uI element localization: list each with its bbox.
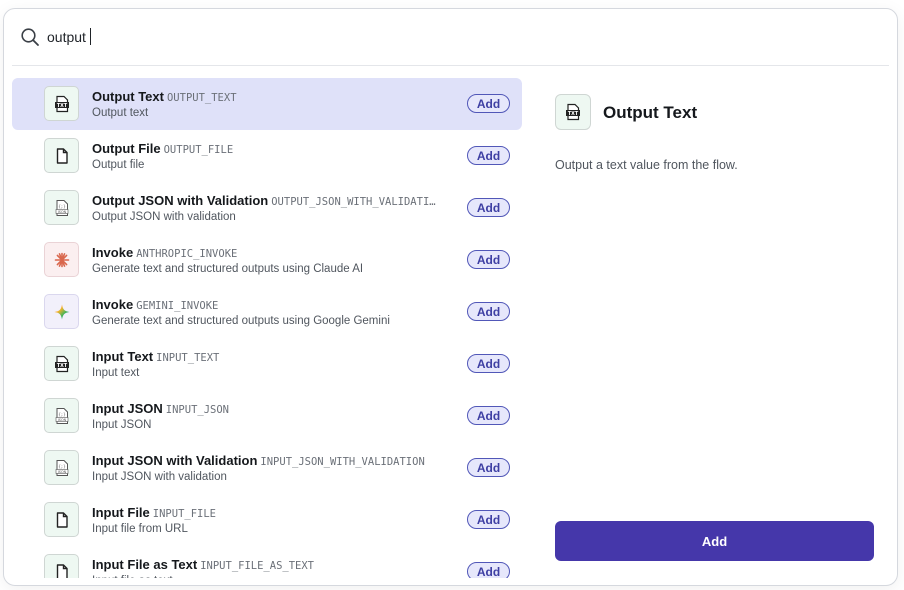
add-button[interactable]: Add: [555, 521, 874, 561]
svg-text:TXT: TXT: [56, 102, 67, 108]
result-title: Output File OUTPUT_FILE: [92, 141, 457, 156]
result-title: Invoke GEMINI_INVOKE: [92, 297, 457, 312]
result-row[interactable]: {;} JSON Output JSON with Validation OUTPUT…: [12, 182, 522, 234]
result-row[interactable]: Invoke ANTHROPIC_INVOKE Generate text and …: [12, 234, 522, 286]
add-pill-button[interactable]: Add: [467, 302, 510, 321]
result-title: Output JSON with Validation OUTPUT_JSON_W…: [92, 193, 457, 208]
result-description: Input file as text: [92, 575, 173, 578]
result-code: INPUT_TEXT: [156, 352, 220, 364]
result-code: OUTPUT_TEXT: [166, 92, 237, 104]
result-description: Input text: [92, 367, 140, 379]
result-name: Output Text: [92, 89, 164, 104]
result-code: INPUT_JSON_WITH_VALIDATION: [260, 456, 425, 468]
add-pill-button[interactable]: Add: [467, 510, 510, 529]
gemini-icon: [44, 294, 79, 329]
add-pill-button[interactable]: Add: [467, 354, 510, 373]
result-name: Input Text: [92, 349, 154, 364]
result-row[interactable]: Output File OUTPUT_FILE Output file Add: [12, 130, 522, 182]
result-code: ANTHROPIC_INVOKE: [136, 248, 238, 260]
result-code: INPUT_FILE_AS_TEXT: [200, 560, 315, 572]
svg-text:JSON: JSON: [56, 469, 66, 473]
json-file-icon: {;} JSON: [44, 398, 79, 433]
text-caret: [90, 28, 91, 45]
result-name: Output File: [92, 141, 161, 156]
result-description: Generate text and structured outputs usi…: [92, 263, 364, 275]
result-name: Input File: [92, 505, 150, 520]
result-description: Input JSON with validation: [92, 471, 227, 483]
result-title: Input JSON with Validation INPUT_JSON_WIT…: [92, 453, 457, 468]
add-pill-button[interactable]: Add: [467, 250, 510, 269]
result-title: Input JSON INPUT_JSON: [92, 401, 457, 416]
svg-text:{;}: {;}: [58, 412, 65, 417]
search-bar: [4, 9, 897, 65]
add-pill-button[interactable]: Add: [467, 562, 510, 578]
command-palette: TXTOutput TextOUTPUT_TEXTOutput textAddO…: [3, 8, 898, 586]
json-file-icon: {;} JSON: [44, 190, 79, 225]
result-row[interactable]: {;} JSON Input JSON INPUT_JSON Input JSON Add: [12, 390, 522, 442]
json-file-icon: {;} JSON: [44, 450, 79, 485]
result-description: Output file: [92, 159, 145, 171]
search-input[interactable]: [47, 26, 647, 48]
result-code: OUTPUT_JSON_WITH_VALIDATI…: [271, 196, 436, 208]
result-title: Input File as Text INPUT_FILE_AS_TEXT: [92, 557, 457, 572]
detail-title: Output Text: [603, 103, 698, 122]
text-file-icon: TXT: [44, 86, 79, 121]
results-list: TXT Output Text OUTPUT_TEXT Output text Add O…: [12, 78, 522, 578]
file-icon: [44, 502, 79, 537]
result-description: Output JSON with validation: [92, 211, 236, 223]
result-name: Invoke: [92, 297, 134, 312]
result-row[interactable]: Input File as TextINPUT_FILE_AS_TEXTInpu…: [12, 546, 522, 578]
text-file-icon: TXT: [44, 346, 79, 381]
result-row[interactable]: Input File INPUT_FILE Input file from URL A…: [12, 494, 522, 546]
svg-text:{;}: {;}: [58, 204, 65, 209]
result-name: Input JSON with Validation: [92, 453, 258, 468]
add-pill-button[interactable]: Add: [467, 94, 510, 113]
result-title: Invoke ANTHROPIC_INVOKE: [92, 245, 457, 260]
result-row[interactable]: Invoke GEMINI_INVOKE Generate text and str…: [12, 286, 522, 338]
result-row[interactable]: TXT Output Text OUTPUT_TEXT Output text Add: [12, 78, 522, 130]
svg-text:JSON: JSON: [56, 417, 66, 421]
result-code: OUTPUT_FILE: [163, 144, 234, 156]
result-code: INPUT_JSON: [165, 404, 229, 416]
svg-text:{;}: {;}: [58, 464, 65, 469]
svg-text:TXT: TXT: [56, 362, 67, 368]
add-pill-button[interactable]: Add: [467, 406, 510, 425]
result-title: Input Text INPUT_TEXT: [92, 349, 457, 364]
detail-description: Output a text value from the flow.: [555, 158, 738, 172]
add-pill-button[interactable]: Add: [467, 458, 510, 477]
result-name: Input JSON: [92, 401, 163, 416]
svg-text:JSON: JSON: [56, 209, 66, 213]
result-description: Input file from URL: [92, 523, 188, 535]
file-icon: [44, 554, 79, 578]
text-file-icon: TXT: [555, 94, 591, 130]
result-code: INPUT_FILE: [152, 508, 216, 520]
result-description: Output text: [92, 107, 149, 119]
result-name: Invoke: [92, 245, 134, 260]
result-code: GEMINI_INVOKE: [136, 300, 219, 312]
result-title: Output Text OUTPUT_TEXT: [92, 89, 457, 104]
add-pill-button[interactable]: Add: [467, 146, 510, 165]
result-name: Input File as Text: [92, 557, 198, 572]
result-row[interactable]: TXT Input Text INPUT_TEXT Input text Add: [12, 338, 522, 390]
result-name: Output JSON with Validation: [92, 193, 269, 208]
anthropic-icon: [44, 242, 79, 277]
result-description: Generate text and structured outputs usi…: [92, 315, 390, 327]
search-divider: [12, 65, 889, 66]
result-title: Input File INPUT_FILE: [92, 505, 457, 520]
result-row[interactable]: {;} JSON Input JSON with Validation INPUT_J…: [12, 442, 522, 494]
result-description: Input JSON: [92, 419, 152, 431]
add-pill-button[interactable]: Add: [467, 198, 510, 217]
search-icon: [21, 28, 39, 46]
svg-text:TXT: TXT: [568, 111, 579, 117]
file-icon: [44, 138, 79, 173]
